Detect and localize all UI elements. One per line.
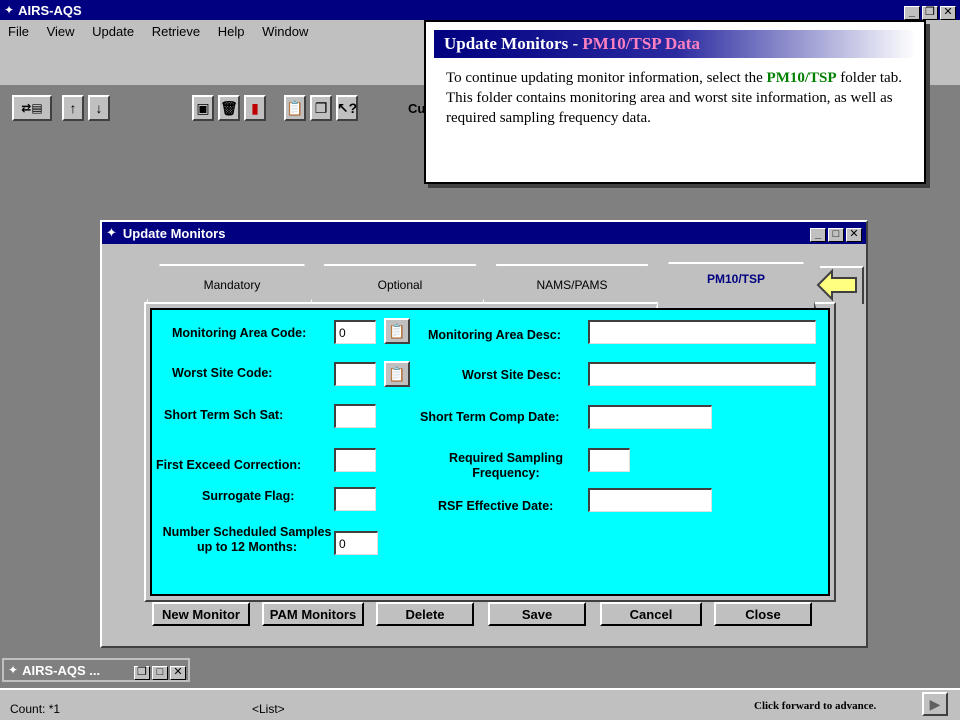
arrow-up-icon[interactable]: ↑ (62, 95, 84, 121)
restore-button[interactable]: ❐ (922, 6, 938, 20)
save-disk-icon[interactable]: ▣ (192, 95, 214, 121)
dialog-title: Update Monitors (122, 225, 226, 241)
minimized-window-icon: ✦ (8, 663, 19, 677)
copy-icon[interactable]: ❐ (310, 95, 332, 121)
save-button[interactable]: Save (488, 602, 586, 626)
status-bar: Count: *1 <List> Click forward to advanc… (0, 688, 960, 720)
dialog-maximize-button[interactable]: □ (828, 228, 844, 242)
close-dialog-button[interactable]: Close (714, 602, 812, 626)
menu-window[interactable]: Window (262, 24, 308, 39)
instruction-callout: Update Monitors - PM10/TSP Data To conti… (424, 20, 926, 184)
dialog-icon: ✦ (106, 225, 117, 240)
arrow-down-icon[interactable]: ↓ (88, 95, 110, 121)
callout-title: Update Monitors - (444, 34, 583, 53)
menu-update[interactable]: Update (92, 24, 134, 39)
pointer-arrow-icon (816, 268, 860, 302)
minimized-window[interactable]: ✦ AIRS-AQS ... ❐ □ ✕ (2, 658, 190, 682)
form-area (150, 308, 830, 596)
connect-icon[interactable]: ⇄▤ (12, 95, 52, 121)
pam-monitors-button[interactable]: PAM Monitors (262, 602, 364, 626)
menu-help[interactable]: Help (218, 24, 245, 39)
callout-text-before: To continue updating monitor information… (446, 70, 763, 86)
app-title: AIRS-AQS (18, 2, 82, 18)
help-pointer-icon[interactable]: ↖? (336, 95, 358, 121)
minimized-restore-button[interactable]: ❐ (134, 666, 150, 680)
trash-icon[interactable]: 🗑 (218, 95, 240, 121)
clipboard-icon[interactable]: 📋 (284, 95, 306, 121)
dialog-title-bar: ✦ Update Monitors _ □ ✕ (102, 222, 866, 244)
callout-text-highlight: PM10/TSP (766, 70, 837, 86)
tab-optional[interactable]: Optional (310, 264, 490, 304)
app-icon: ✦ (4, 3, 15, 17)
dialog-minimize-button[interactable]: _ (810, 228, 826, 242)
close-button[interactable]: ✕ (940, 6, 956, 20)
tab-nams-pams[interactable]: NAMS/PAMS (482, 264, 662, 304)
cancel-button[interactable]: Cancel (600, 602, 702, 626)
dialog-close-button[interactable]: ✕ (846, 228, 862, 242)
delete-button[interactable]: Delete (376, 602, 474, 626)
tab-mandatory[interactable]: Mandatory (146, 264, 318, 304)
minimized-close-button[interactable]: ✕ (170, 666, 186, 680)
tab-pm10-tsp[interactable]: PM10/TSP (656, 262, 816, 308)
menu-view[interactable]: View (47, 24, 75, 39)
app-title-bar: ✦ AIRS-AQS _ ❐ ✕ (0, 0, 960, 20)
callout-body: To continue updating monitor information… (434, 58, 916, 128)
status-list: <List> (252, 702, 285, 716)
menu-file[interactable]: File (8, 24, 29, 39)
minimized-window-title: AIRS-AQS ... (22, 662, 101, 678)
minimize-button[interactable]: _ (904, 6, 920, 20)
exit-door-icon[interactable]: ▮ (244, 95, 266, 121)
pm10-tsp-panel (144, 302, 836, 602)
toolbar-cut-text: Cu (408, 101, 426, 116)
callout-title-bar: Update Monitors - PM10/TSP Data (434, 30, 916, 58)
new-monitor-button[interactable]: New Monitor (152, 602, 250, 626)
click-forward-hint: Click forward to advance. (754, 700, 877, 712)
callout-title-highlight: PM10/TSP Data (582, 34, 700, 53)
minimized-maximize-button[interactable]: □ (152, 666, 168, 680)
forward-arrow-icon: ▶ (929, 695, 941, 712)
menu-retrieve[interactable]: Retrieve (152, 24, 200, 39)
forward-button[interactable]: ▶ (922, 692, 948, 716)
status-count: Count: *1 (10, 702, 61, 716)
